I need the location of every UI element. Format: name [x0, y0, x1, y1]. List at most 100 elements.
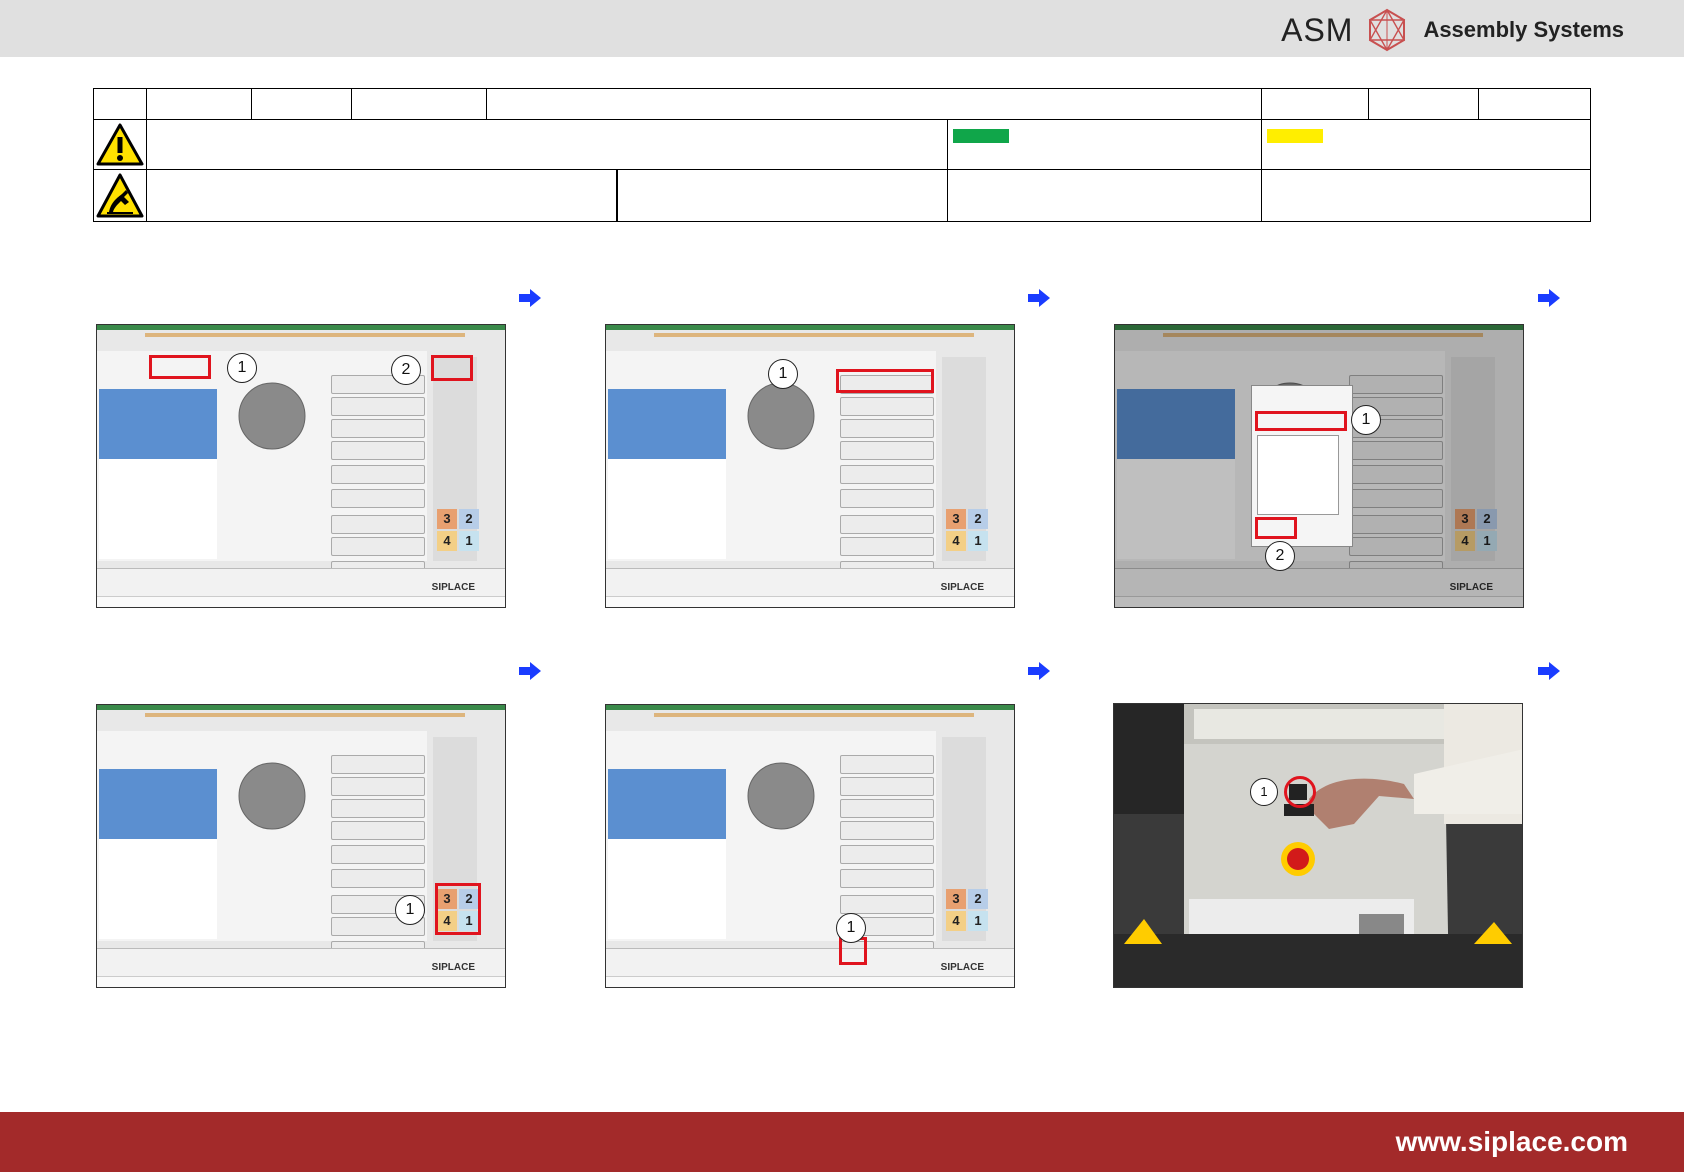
top-bar: ASM Assembly Systems [0, 0, 1684, 57]
status-bar [97, 596, 505, 607]
warning-icon-cell [94, 120, 147, 170]
nozzle-list[interactable] [99, 769, 217, 839]
nozzle-function-button[interactable] [331, 465, 425, 484]
table-cell [1262, 89, 1369, 120]
callout-1: 1 [395, 895, 425, 925]
nozzle-wheel-icon [238, 382, 306, 450]
nozzle-function-button[interactable] [331, 515, 425, 534]
tile-1[interactable]: 1 [968, 531, 988, 551]
nozzle-function-button[interactable] [840, 777, 934, 796]
nozzle-list-empty [99, 459, 217, 559]
nozzle-function-button[interactable] [840, 799, 934, 818]
nozzle-function-button[interactable] [840, 489, 934, 508]
highlight-box [1255, 411, 1347, 431]
nozzle-function-button[interactable] [840, 869, 934, 888]
highlight-box [431, 355, 473, 381]
step-screenshot-1: 3 2 4 1 SIPLACE 1 2 [96, 324, 506, 608]
nozzle-function-button[interactable] [331, 755, 425, 774]
tile-3[interactable]: 3 [946, 889, 966, 909]
nozzle-list[interactable] [608, 389, 726, 459]
table-cell [1479, 89, 1590, 120]
table-cell [1369, 89, 1479, 120]
highlight-box [1255, 517, 1297, 539]
nozzle-function-button[interactable] [331, 869, 425, 888]
table-cell [147, 170, 617, 222]
yellow-marker [1267, 129, 1323, 143]
nozzle-function-button[interactable] [840, 845, 934, 864]
table-cell [617, 170, 948, 222]
window-titlebar [97, 705, 505, 710]
esd-icon-cell [94, 170, 147, 222]
table-cell [948, 170, 1262, 222]
siplace-brand: SIPLACE [431, 582, 475, 593]
table-cell [147, 89, 252, 120]
nozzle-list[interactable] [608, 769, 726, 839]
nozzle-function-button[interactable] [331, 537, 425, 556]
brand-tagline: Assembly Systems [1423, 17, 1624, 42]
tile-2[interactable]: 2 [968, 509, 988, 529]
nozzle-function-button[interactable] [331, 821, 425, 840]
step-screenshot-2: 3 2 4 1 SIPLACE 1 [605, 324, 1015, 608]
callout-2: 2 [391, 355, 421, 385]
dialog-list[interactable] [1257, 435, 1339, 515]
brand-text: ASM [1281, 11, 1354, 48]
highlight-box [836, 369, 934, 393]
next-step-arrow-icon [1028, 289, 1050, 307]
nozzle-function-button[interactable] [840, 895, 934, 914]
status-bar [606, 976, 1014, 987]
nozzle-function-button[interactable] [331, 799, 425, 818]
next-step-arrow-icon [1538, 289, 1560, 307]
nozzle-function-button[interactable] [840, 537, 934, 556]
nozzle-function-button[interactable] [840, 515, 934, 534]
nozzle-wheel-icon [747, 762, 815, 830]
esd-warning-icon [96, 173, 144, 218]
nozzle-function-button[interactable] [331, 845, 425, 864]
step-screenshot-4: 3 2 4 1 SIPLACE 1 [96, 704, 506, 988]
status-message [145, 713, 465, 717]
tile-4[interactable]: 4 [437, 531, 457, 551]
nozzle-function-button[interactable] [331, 397, 425, 416]
tile-1[interactable]: 1 [459, 531, 479, 551]
highlight-box [435, 883, 481, 935]
table-cell [147, 120, 948, 170]
nozzle-function-button[interactable] [331, 419, 425, 438]
next-step-arrow-icon [1028, 662, 1050, 680]
nozzle-function-button[interactable] [331, 441, 425, 460]
next-step-arrow-icon [519, 289, 541, 307]
nozzle-list[interactable] [99, 389, 217, 459]
table-cell [948, 120, 1262, 170]
table-cell [1262, 120, 1590, 170]
nozzle-function-button[interactable] [840, 419, 934, 438]
document-header-table [93, 88, 1591, 222]
machine-photo: 1 [1113, 703, 1523, 988]
status-message [654, 333, 974, 337]
tile-2[interactable]: 2 [968, 889, 988, 909]
nozzle-function-button[interactable] [840, 465, 934, 484]
tile-2[interactable]: 2 [459, 509, 479, 529]
footer-url[interactable]: www.siplace.com [1396, 1126, 1628, 1158]
machine-photo-image [1114, 704, 1522, 987]
window-titlebar [97, 325, 505, 330]
switch-highlight [1284, 776, 1316, 808]
nozzle-function-button[interactable] [331, 489, 425, 508]
tile-3[interactable]: 3 [946, 509, 966, 529]
nozzle-function-button[interactable] [840, 755, 934, 774]
nozzle-list-empty [99, 839, 217, 939]
tile-3[interactable]: 3 [437, 509, 457, 529]
nozzle-wheel-icon [747, 382, 815, 450]
siplace-brand: SIPLACE [940, 582, 984, 593]
nozzle-function-button[interactable] [840, 397, 934, 416]
nozzle-function-button[interactable] [840, 821, 934, 840]
callout-1: 1 [768, 359, 798, 389]
table-cell [487, 89, 1262, 120]
status-bar [606, 596, 1014, 607]
nozzle-function-button[interactable] [840, 441, 934, 460]
callout-1: 1 [1351, 405, 1381, 435]
nozzle-function-button[interactable] [331, 777, 425, 796]
tile-4[interactable]: 4 [946, 531, 966, 551]
asm-logo: ASM Assembly Systems [1281, 8, 1624, 52]
tile-1[interactable]: 1 [968, 911, 988, 931]
siplace-brand: SIPLACE [940, 962, 984, 973]
tile-4[interactable]: 4 [946, 911, 966, 931]
warning-icon [96, 123, 144, 166]
